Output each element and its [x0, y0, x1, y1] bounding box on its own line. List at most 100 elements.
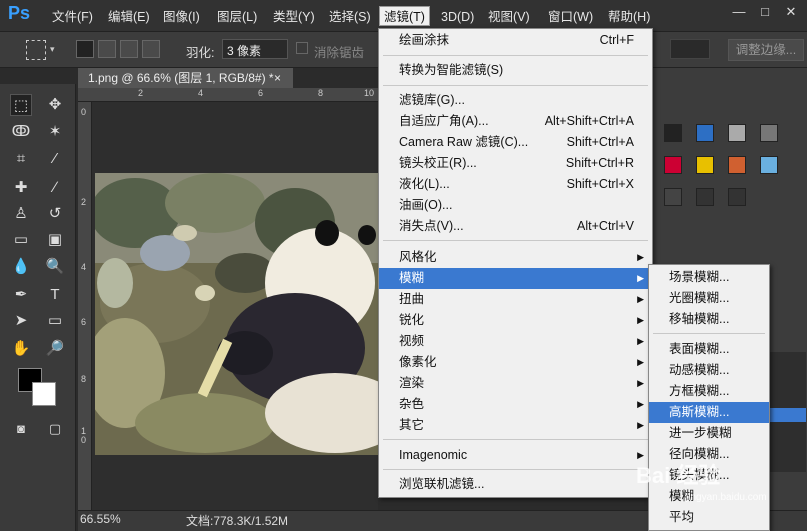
blur-item-more[interactable]: 进一步模糊 [649, 423, 769, 444]
menu-layer[interactable]: 图层(L) [213, 7, 261, 27]
minimize-button[interactable]: — [730, 4, 748, 20]
blur-item-surface[interactable]: 表面模糊... [649, 339, 769, 360]
menu-item-label: 渲染 [399, 376, 425, 390]
menu-item-browse-online[interactable]: 浏览联机滤镜... [379, 474, 652, 495]
style-swatch[interactable] [696, 124, 714, 142]
ruler-tick: 6 [258, 88, 264, 98]
menu-select[interactable]: 选择(S) [325, 7, 375, 27]
intersect-selection-icon[interactable] [142, 40, 160, 58]
blur-item-field[interactable]: 场景模糊... [649, 267, 769, 288]
marquee-tool-preset-icon[interactable] [26, 40, 46, 60]
healing-brush-icon[interactable]: ✚ [10, 177, 32, 199]
menu-item-blur[interactable]: 模糊 ▶ [379, 268, 652, 289]
menu-view[interactable]: 视图(V) [484, 7, 534, 27]
quick-mask-icon[interactable]: ◙ [10, 418, 32, 440]
add-selection-icon[interactable] [98, 40, 116, 58]
panda-painting [95, 173, 378, 455]
shape-tool-icon[interactable]: ▭ [44, 310, 66, 332]
menu-item-other[interactable]: 其它 ▶ [379, 415, 652, 436]
brush-icon[interactable]: ∕ [44, 177, 66, 199]
document-tab[interactable]: 1.png @ 66.6% (图层 1, RGB/8#) * × [78, 68, 293, 88]
history-brush-icon[interactable]: ↺ [44, 203, 66, 225]
close-tab-icon[interactable]: × [274, 68, 281, 88]
layer-row-selected[interactable] [770, 408, 806, 422]
zoom-level[interactable]: 66.55% [80, 512, 121, 526]
blur-tool-icon[interactable]: 💧 [10, 256, 32, 278]
menu-item-video[interactable]: 视频 ▶ [379, 331, 652, 352]
antialias-checkbox[interactable] [296, 42, 308, 54]
menu-3d[interactable]: 3D(D) [437, 7, 478, 27]
menu-item-render[interactable]: 渲染 ▶ [379, 373, 652, 394]
menu-item-filter-gallery[interactable]: 滤镜库(G)... [379, 90, 652, 111]
move-tool-icon[interactable]: ✥ [44, 94, 66, 116]
close-button[interactable]: ✕ [782, 4, 800, 20]
menu-item-last-filter[interactable]: 绘画涂抹 Ctrl+F [379, 30, 652, 51]
style-swatch[interactable] [728, 156, 746, 174]
style-swatch[interactable] [728, 188, 746, 206]
lasso-icon[interactable]: ↂ [10, 121, 32, 143]
blur-item-motion[interactable]: 动感模糊... [649, 360, 769, 381]
menu-item-pixelate[interactable]: 像素化 ▶ [379, 352, 652, 373]
menu-item-label: 扭曲 [399, 292, 425, 306]
menu-file[interactable]: 文件(F) [48, 7, 97, 27]
menu-item-distort[interactable]: 扭曲 ▶ [379, 289, 652, 310]
maximize-button[interactable]: □ [756, 4, 774, 20]
eyedropper-icon[interactable]: ⁄ [44, 148, 66, 170]
menu-item-convert-smart[interactable]: 转换为智能滤镜(S) [379, 60, 652, 81]
new-selection-icon[interactable] [76, 40, 94, 58]
style-swatch[interactable] [664, 156, 682, 174]
menu-item-sharpen[interactable]: 锐化 ▶ [379, 310, 652, 331]
chevron-down-icon[interactable]: ▾ [50, 44, 55, 55]
pen-icon[interactable]: ✒ [10, 284, 32, 306]
adjust-edge-button[interactable]: 调整边缘... [728, 39, 804, 61]
background-color-swatch[interactable] [32, 382, 56, 406]
blur-item-iris[interactable]: 光圈模糊... [649, 288, 769, 309]
stamp-icon[interactable]: ♙ [10, 203, 32, 225]
style-swatch[interactable] [664, 188, 682, 206]
hand-icon[interactable]: ✋ [10, 338, 32, 360]
blur-item-gaussian[interactable]: 高斯模糊... [649, 402, 769, 423]
gradient-icon[interactable]: ▣ [44, 229, 66, 251]
menu-item-vanishing-point[interactable]: 消失点(V)... Alt+Ctrl+V [379, 216, 652, 237]
style-swatch[interactable] [728, 124, 746, 142]
menu-edit[interactable]: 编辑(E) [104, 7, 154, 27]
menu-item-lens-correction[interactable]: 镜头校正(R)... Shift+Ctrl+R [379, 153, 652, 174]
style-swatch[interactable] [664, 124, 682, 142]
subtract-selection-icon[interactable] [120, 40, 138, 58]
style-swatch[interactable] [696, 188, 714, 206]
blur-item-tilt-shift[interactable]: 移轴模糊... [649, 309, 769, 330]
feather-input[interactable]: 3 像素 [222, 39, 288, 59]
panda-image[interactable] [95, 173, 378, 455]
menu-item-imagenomic[interactable]: Imagenomic ▶ [379, 445, 652, 466]
menu-item-adaptive-wide-angle[interactable]: 自适应广角(A)... Alt+Shift+Ctrl+A [379, 111, 652, 132]
submenu-arrow-icon: ▶ [637, 378, 644, 388]
blur-item-average[interactable]: 平均 [649, 507, 769, 528]
blur-item-box[interactable]: 方框模糊... [649, 381, 769, 402]
style-swatch[interactable] [760, 124, 778, 142]
menu-filter[interactable]: 滤镜(T) [379, 6, 430, 26]
style-swatch[interactable] [760, 156, 778, 174]
screen-mode-icon[interactable]: ▢ [44, 418, 66, 440]
crop-icon[interactable]: ⌗ [10, 148, 32, 170]
menu-image[interactable]: 图像(I) [159, 7, 204, 27]
menu-item-oil-paint[interactable]: 油画(O)... [379, 195, 652, 216]
menu-item-liquify[interactable]: 液化(L)... Shift+Ctrl+X [379, 174, 652, 195]
menu-help[interactable]: 帮助(H) [604, 7, 654, 27]
magic-wand-icon[interactable]: ✶ [44, 121, 66, 143]
submenu-arrow-icon: ▶ [637, 273, 644, 283]
rect-marquee-icon[interactable]: ⬚ [10, 94, 32, 116]
path-select-icon[interactable]: ➤ [10, 310, 32, 332]
menu-item-stylize[interactable]: 风格化 ▶ [379, 247, 652, 268]
menu-window[interactable]: 窗口(W) [544, 7, 597, 27]
zoom-icon[interactable]: 🔎 [44, 338, 66, 360]
dodge-icon[interactable]: 🔍 [44, 256, 66, 278]
eraser-icon[interactable]: ▭ [10, 229, 32, 251]
type-tool-icon[interactable]: T [44, 284, 66, 306]
menu-item-camera-raw[interactable]: Camera Raw 滤镜(C)... Shift+Ctrl+A [379, 132, 652, 153]
width-field[interactable] [670, 39, 710, 59]
style-swatch[interactable] [696, 156, 714, 174]
document-info[interactable]: 文档:778.3K/1.52M [186, 512, 288, 529]
menu-type[interactable]: 类型(Y) [269, 7, 319, 27]
menu-item-noise[interactable]: 杂色 ▶ [379, 394, 652, 415]
menu-item-label: 进一步模糊 [669, 426, 732, 440]
